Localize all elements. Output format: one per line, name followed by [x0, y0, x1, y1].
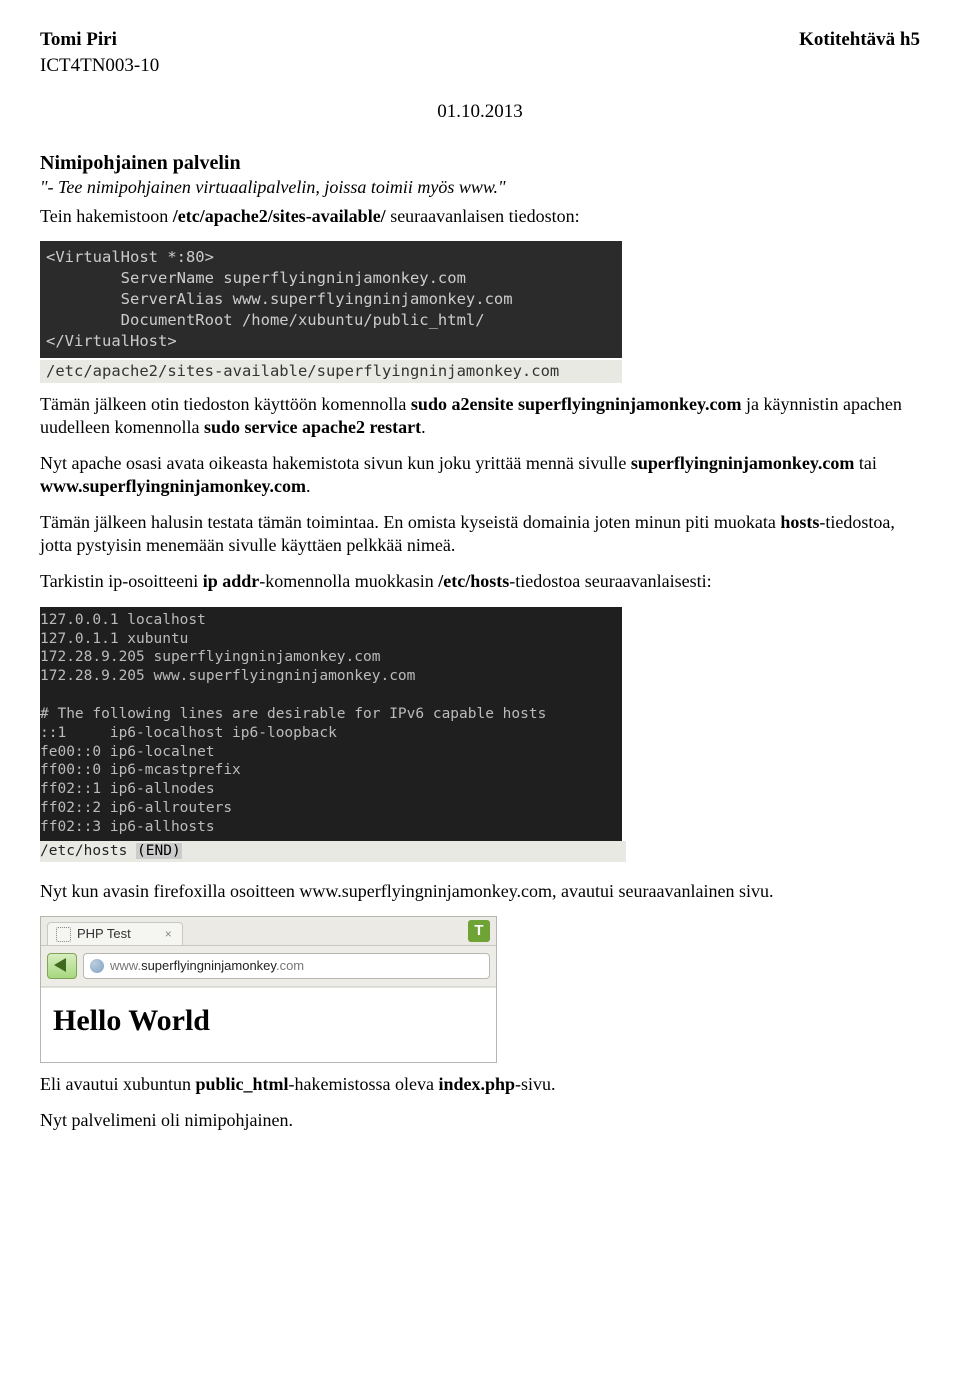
author-name: Tomi Piri [40, 28, 117, 52]
hosts-file-code: 127.0.0.1 localhost 127.0.1.1 xubuntu 17… [40, 607, 622, 841]
paragraph-conclusion: Nyt palvelimeni oli nimipohjainen. [40, 1109, 920, 1132]
address-bar[interactable]: www.superflyingninjamonkey.com [83, 953, 490, 979]
globe-icon [90, 959, 104, 973]
paragraph-intro: Tein hakemistoon /etc/apache2/sites-avai… [40, 205, 920, 228]
back-button[interactable] [47, 953, 77, 979]
document-date: 01.10.2013 [40, 100, 920, 124]
extension-badge[interactable]: T [468, 920, 490, 942]
page-heading: Hello World [53, 1002, 484, 1040]
paragraph-a2ensite: Tämän jälkeen otin tiedoston käyttöön ko… [40, 393, 920, 438]
paragraph-ip-addr: Tarkistin ip-osoitteeni ip addr-komennol… [40, 570, 920, 593]
course-code: ICT4TN003-10 [40, 54, 920, 78]
paragraph-apache-works: Nyt apache osasi avata oikeasta hakemist… [40, 452, 920, 497]
browser-tab-title: PHP Test [77, 926, 131, 942]
hosts-file-caption: /etc/hosts (END) [40, 841, 626, 862]
browser-toolbar: www.superflyingninjamonkey.com [41, 946, 496, 987]
paragraph-hosts-edit: Tämän jälkeen halusin testata tämän toim… [40, 511, 920, 556]
browser-window: PHP Test × T www.superflyingninjamonkey.… [40, 916, 497, 1063]
paragraph-index-php: Eli avautui xubuntun public_html-hakemis… [40, 1073, 920, 1096]
browser-tab[interactable]: PHP Test × [47, 922, 183, 945]
section-heading: Nimipohjainen palvelin [40, 151, 920, 176]
page-header: Tomi Piri Kotitehtävä h5 [40, 28, 920, 52]
page-icon [56, 927, 71, 942]
close-icon[interactable]: × [165, 927, 172, 942]
browser-tab-bar: PHP Test × T [41, 917, 496, 946]
vhost-config-code: <VirtualHost *:80> ServerName superflyin… [40, 241, 622, 358]
assignment-title: Kotitehtävä h5 [799, 28, 920, 52]
paragraph-firefox-open: Nyt kun avasin firefoxilla osoitteen www… [40, 880, 920, 903]
assignment-quote: "- Tee nimipohjainen virtuaalipalvelin, … [40, 176, 920, 199]
browser-page-content: Hello World [41, 987, 496, 1062]
vhost-config-path: /etc/apache2/sites-available/superflying… [40, 360, 622, 383]
